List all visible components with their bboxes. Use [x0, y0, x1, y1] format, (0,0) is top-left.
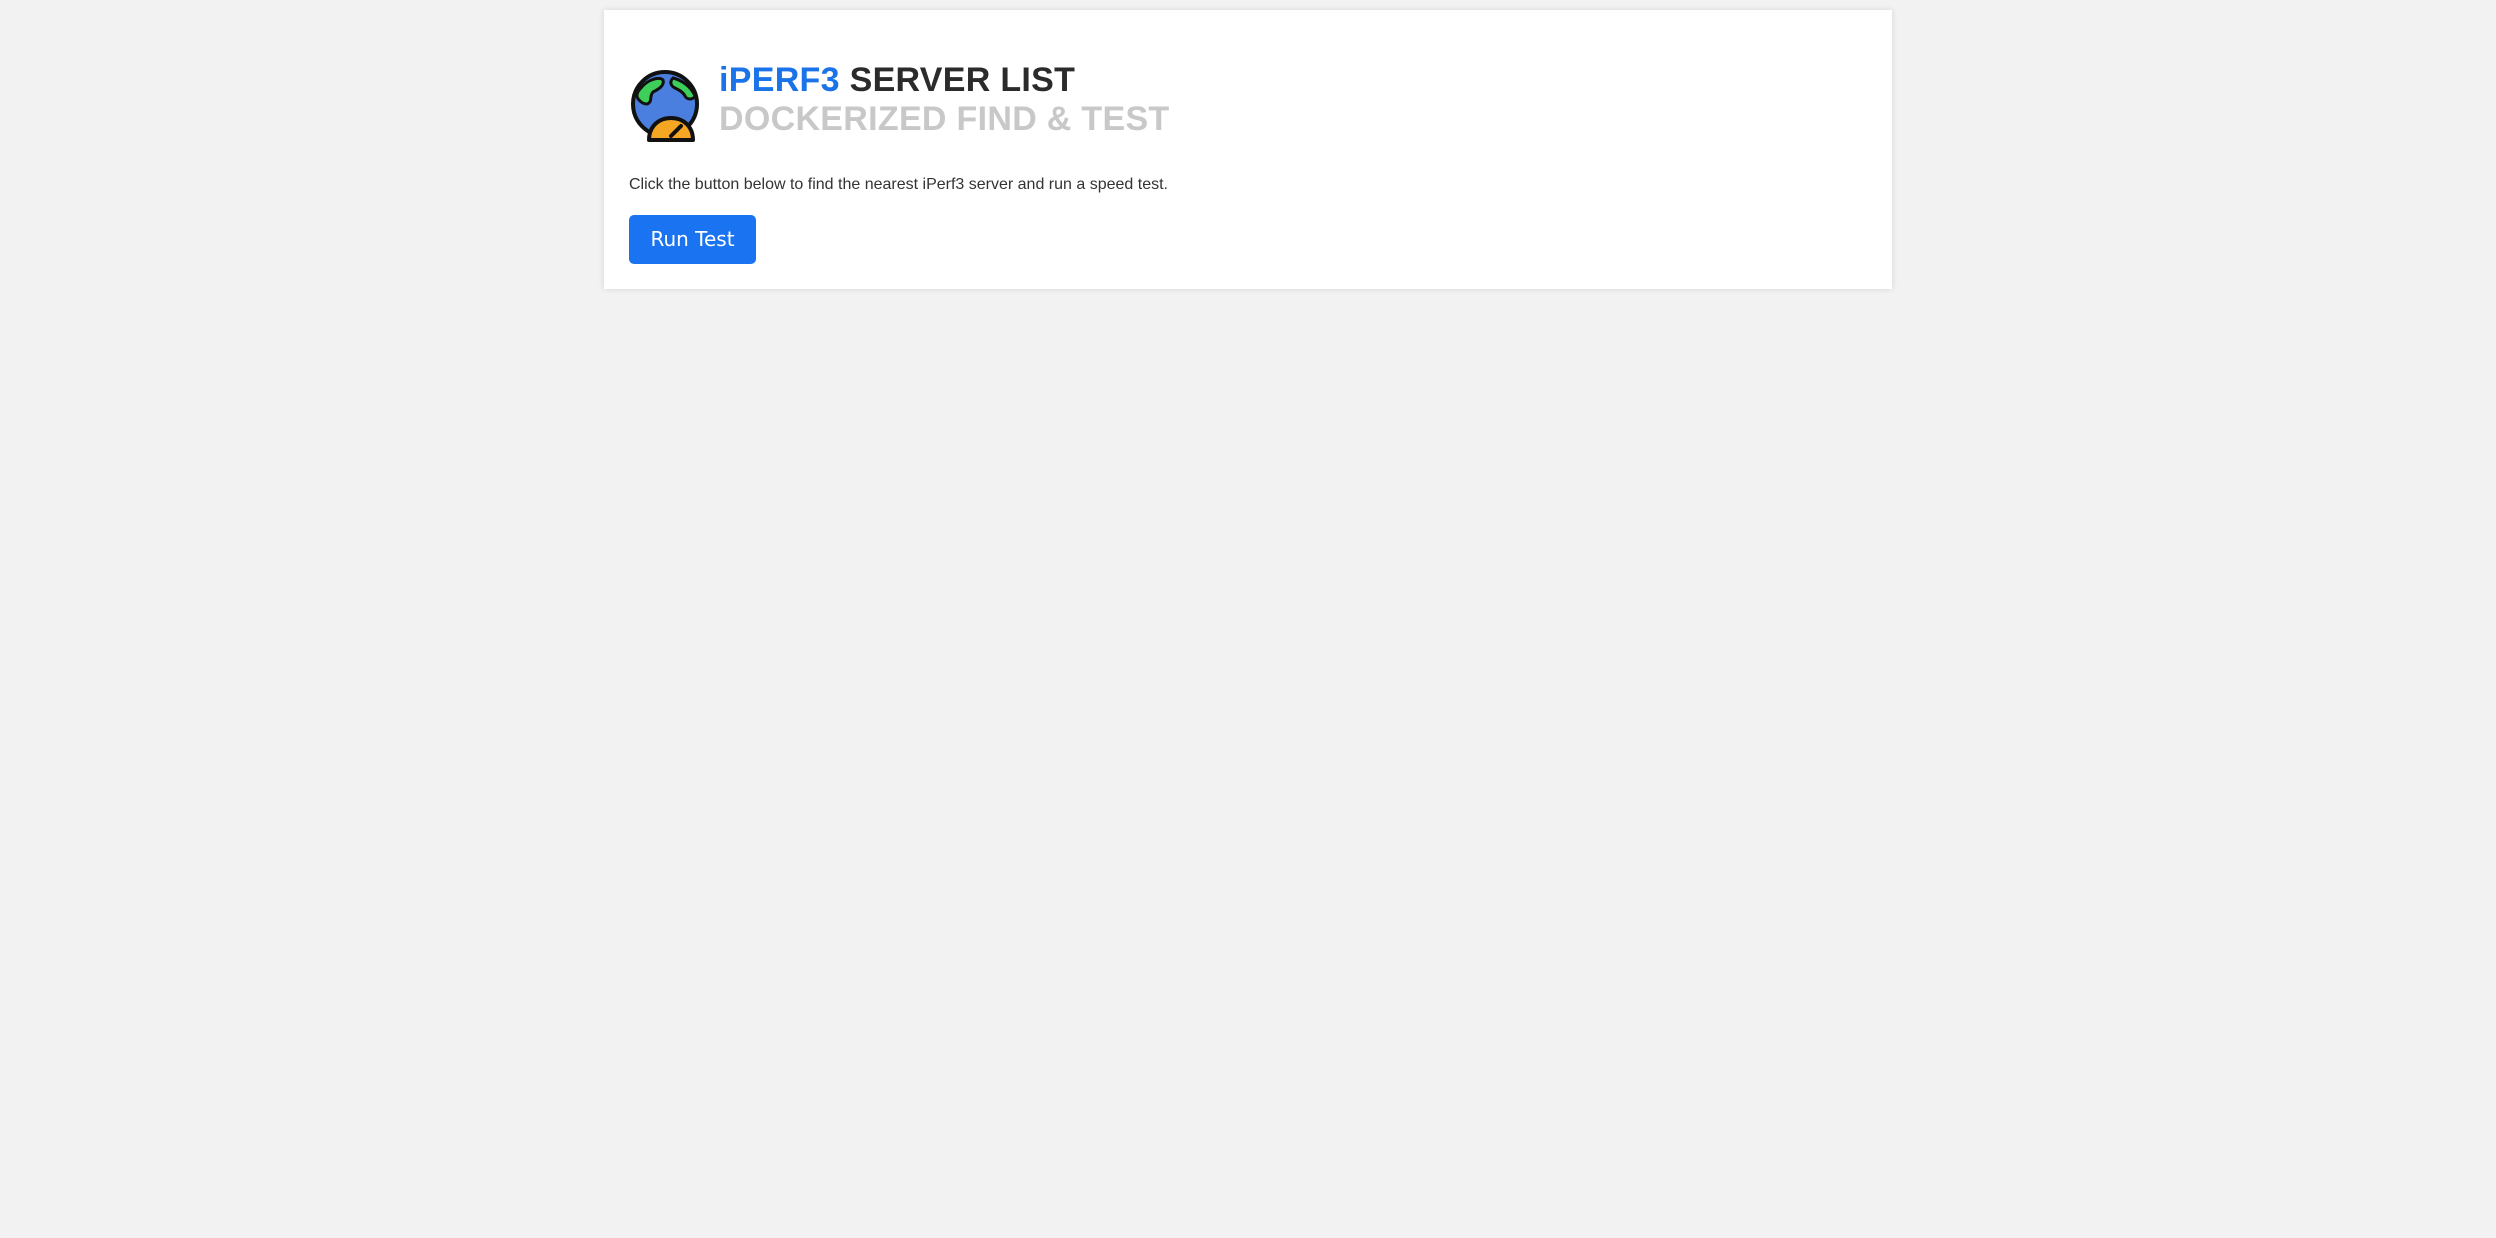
- title-block: iPERF3 SERVER LIST DOCKERIZED FIND & TES…: [719, 60, 1170, 138]
- title-main: SERVER LIST: [849, 61, 1076, 99]
- globe-speedometer-icon: [631, 70, 699, 142]
- page-title: iPERF3 SERVER LIST: [719, 60, 1170, 100]
- main-card: iPERF3 SERVER LIST DOCKERIZED FIND & TES…: [604, 10, 1892, 289]
- run-test-button[interactable]: Run Test: [629, 215, 756, 264]
- title-accent: iPERF3: [719, 61, 840, 99]
- page-header: iPERF3 SERVER LIST DOCKERIZED FIND & TES…: [629, 60, 1170, 142]
- page-subtitle: DOCKERIZED FIND & TEST: [719, 100, 1170, 138]
- instructions-text: Click the button below to find the neare…: [629, 176, 1168, 193]
